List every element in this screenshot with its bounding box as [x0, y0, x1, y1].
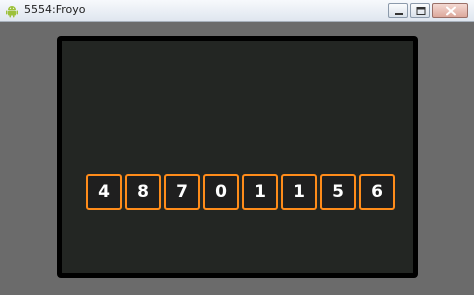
- digit: 5: [332, 181, 344, 202]
- android-icon: [5, 3, 19, 18]
- title-bar[interactable]: 5554:Froyo: [0, 0, 474, 22]
- digit-box[interactable]: 0: [203, 174, 239, 210]
- digit: 8: [137, 181, 149, 202]
- maximize-button[interactable]: [410, 3, 430, 18]
- window-controls: [388, 3, 468, 18]
- digit: 6: [371, 181, 383, 202]
- emulator-window: 5554:Froyo 4 8 7 0 1 1 5 6: [0, 0, 474, 295]
- minimize-icon: [395, 13, 403, 15]
- close-button[interactable]: [432, 3, 468, 18]
- close-icon: [446, 6, 456, 16]
- digit-row: 4 8 7 0 1 1 5 6: [86, 174, 395, 212]
- digit-box[interactable]: 1: [281, 174, 317, 210]
- digit: 1: [254, 181, 266, 202]
- device-screen[interactable]: 4 8 7 0 1 1 5 6: [62, 41, 413, 273]
- digit: 0: [215, 181, 227, 202]
- digit-box[interactable]: 5: [320, 174, 356, 210]
- digit-box[interactable]: 7: [164, 174, 200, 210]
- digit: 4: [98, 181, 110, 202]
- minimize-button[interactable]: [388, 3, 408, 18]
- digit-box[interactable]: 4: [86, 174, 122, 210]
- maximize-icon: [416, 7, 426, 15]
- digit-box[interactable]: 6: [359, 174, 395, 210]
- digit-box[interactable]: 1: [242, 174, 278, 210]
- window-title: 5554:Froyo: [24, 3, 86, 16]
- digit: 1: [293, 181, 305, 202]
- device-screen-frame: 4 8 7 0 1 1 5 6: [57, 36, 418, 278]
- digit-box[interactable]: 8: [125, 174, 161, 210]
- digit: 7: [176, 181, 188, 202]
